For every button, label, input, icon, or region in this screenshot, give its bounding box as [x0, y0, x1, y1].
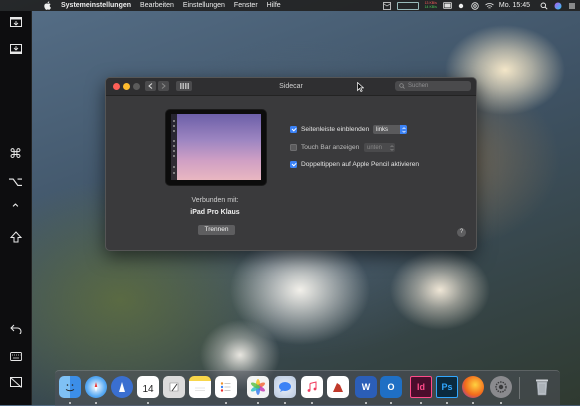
keyboard-icon[interactable] [5, 348, 26, 364]
running-indicator [311, 402, 313, 404]
safari-icon[interactable] [85, 376, 107, 398]
photoshop-letter: Ps [441, 382, 453, 392]
calendar-day: 14 [142, 383, 154, 395]
indesign-icon[interactable]: Id [410, 376, 432, 398]
sidecar-status-icon[interactable] [442, 1, 452, 10]
outlook-letter: O [387, 382, 395, 392]
chevron-updown-icon [388, 143, 395, 152]
running-indicator [500, 402, 502, 404]
option-show-sidebar[interactable]: Seitenleiste einblenden [290, 126, 369, 133]
notes-icon[interactable] [189, 376, 211, 398]
option-key-icon[interactable]: ⌥ [5, 174, 26, 190]
reminders-icon[interactable] [215, 376, 237, 398]
chevron-updown-icon [400, 125, 407, 134]
photoshop-icon[interactable]: Ps [436, 376, 458, 398]
finder-icon[interactable] [59, 376, 81, 398]
option-label: Seitenleiste einblenden [301, 126, 370, 133]
running-indicator [257, 402, 259, 404]
firefox-icon[interactable] [462, 376, 484, 398]
messages-icon[interactable] [274, 376, 296, 398]
option-double-tap-pencil[interactable]: Doppeltippen auf Apple Pencil aktivieren [290, 161, 419, 168]
network-speed[interactable]: 13 KB/s 14 KB/s [424, 1, 437, 9]
dock-separator [519, 377, 520, 399]
command-key-icon[interactable]: ⌘ [5, 146, 26, 162]
running-indicator [446, 402, 448, 404]
menu-einstellungen[interactable]: Einstellungen [183, 2, 225, 9]
dictionary-icon[interactable] [327, 376, 349, 398]
double-tap-checkbox[interactable] [290, 161, 297, 168]
launchpad-icon[interactable] [111, 376, 133, 398]
window-titlebar: Sidecar Suchen [106, 78, 476, 96]
running-indicator [225, 402, 227, 404]
mail-status-icon[interactable] [382, 1, 391, 10]
menu-app-name[interactable]: Systemeinstellungen [61, 2, 131, 9]
wifi-icon[interactable] [485, 2, 494, 10]
show-dock-icon[interactable] [5, 41, 26, 57]
status-area: 13 KB/s 14 KB/s Mo. 15:45 [377, 0, 580, 11]
sidebar-position-select[interactable]: links [373, 125, 407, 134]
running-indicator [95, 402, 97, 404]
apple-menu-icon[interactable] [43, 1, 53, 11]
running-indicator [420, 402, 422, 404]
calendar-icon[interactable]: 14 [137, 376, 159, 398]
menu-fenster[interactable]: Fenster [234, 2, 258, 9]
option-touch-bar[interactable]: Touch Bar anzeigen [290, 144, 359, 151]
undo-icon[interactable] [5, 321, 26, 337]
ipad-preview [165, 109, 267, 186]
option-label: Doppeltippen auf Apple Pencil aktivieren [301, 161, 420, 168]
script-editor-icon[interactable] [163, 376, 185, 398]
notification-center-icon[interactable] [568, 2, 576, 10]
sidecar-preferences-window: Sidecar Suchen Verbunden mit: iPad Pro K… [105, 77, 477, 251]
siri-icon[interactable] [554, 2, 562, 10]
system-preferences-icon[interactable] [490, 376, 512, 398]
search-placeholder: Suchen [408, 83, 429, 89]
menu-clock[interactable]: Mo. 15:45 [499, 2, 530, 9]
dock: 14 W O Id Ps [55, 370, 560, 406]
running-indicator [147, 402, 149, 404]
help-button[interactable]: ? [457, 228, 466, 237]
running-indicator [472, 402, 474, 404]
search-icon [399, 83, 405, 89]
cpu-graph-icon[interactable] [396, 1, 419, 10]
at-sign-icon[interactable] [471, 1, 479, 10]
select-value: unten [367, 144, 383, 151]
touch-bar-position-select[interactable]: unten [364, 143, 395, 152]
menu-bearbeiten[interactable]: Bearbeiten [140, 2, 174, 9]
device-name: iPad Pro Klaus [190, 209, 240, 216]
menu-bar: Systemeinstellungen Bearbeiten Einstellu… [0, 0, 580, 11]
outlook-icon[interactable]: O [380, 376, 402, 398]
ipad-screen [171, 114, 261, 180]
control-key-icon[interactable]: ⌃ [5, 201, 26, 217]
select-value: links [376, 126, 389, 133]
indesign-letter: Id [417, 382, 425, 392]
word-icon[interactable]: W [355, 376, 377, 398]
ipad-sidebar-preview [171, 114, 177, 180]
show-menubar-icon[interactable] [5, 14, 26, 30]
spotlight-icon[interactable] [540, 2, 548, 10]
disconnect-sidecar-icon[interactable] [5, 374, 26, 390]
touch-bar-checkbox[interactable] [290, 144, 297, 151]
running-indicator [365, 402, 367, 404]
disconnect-button[interactable]: Trennen [198, 225, 235, 235]
photos-icon[interactable] [247, 376, 269, 398]
running-indicator [390, 402, 392, 404]
menu-hilfe[interactable]: Hilfe [267, 2, 281, 9]
network-download: 14 KB/s [424, 4, 437, 9]
running-indicator [284, 402, 286, 404]
search-field[interactable]: Suchen [395, 81, 471, 91]
word-letter: W [361, 382, 371, 392]
sidecar-sidebar: ⌘ ⌥ ⌃ [0, 11, 32, 405]
running-indicator [69, 402, 71, 404]
sidebar-checkbox[interactable] [290, 126, 297, 133]
connected-label: Verbunden mit: [191, 197, 239, 204]
dot-status-icon[interactable] [457, 2, 465, 10]
shift-key-icon[interactable] [5, 229, 26, 245]
mouse-cursor-icon [357, 81, 365, 94]
music-icon[interactable] [301, 376, 323, 398]
option-label: Touch Bar anzeigen [301, 144, 360, 151]
trash-icon[interactable] [531, 376, 553, 398]
